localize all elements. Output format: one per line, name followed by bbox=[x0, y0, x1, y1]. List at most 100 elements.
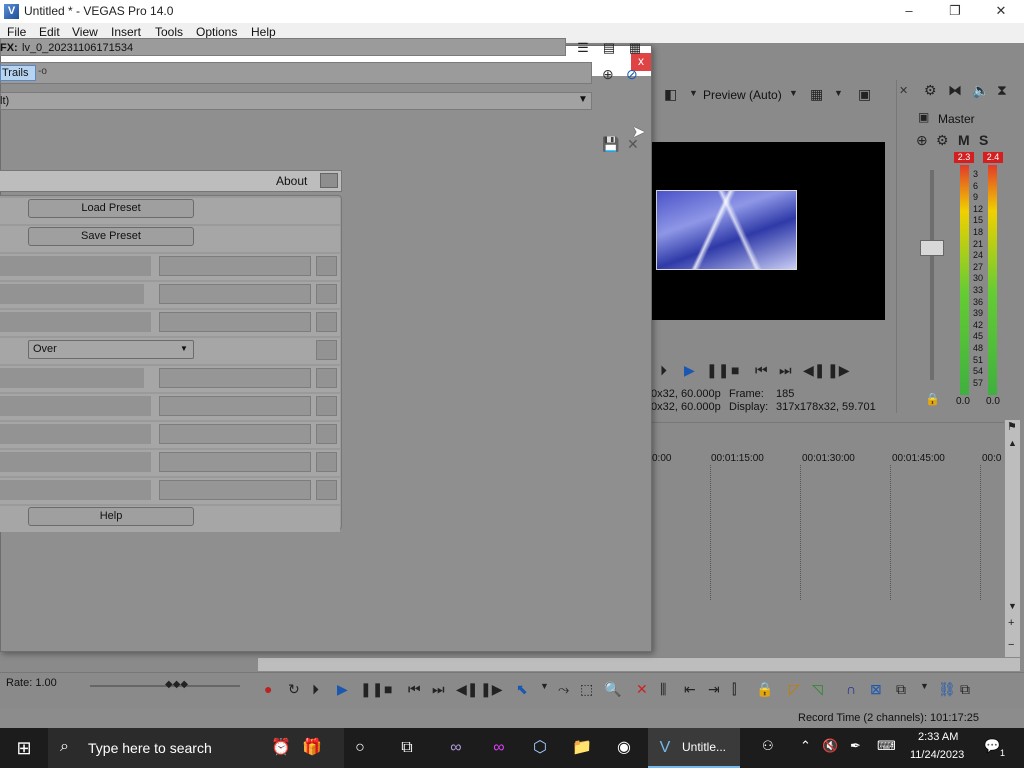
parameter-value[interactable] bbox=[159, 368, 311, 388]
volume-muted-icon[interactable]: 🔇 bbox=[822, 738, 838, 754]
plugin-chip-trails[interactable]: Trails bbox=[0, 65, 36, 81]
solo-button[interactable]: S bbox=[979, 132, 988, 148]
mixer-icon[interactable]: ⧗ bbox=[997, 82, 1007, 99]
normal-edit-tool-icon[interactable]: ⬉ bbox=[516, 681, 528, 698]
parameter-toggle[interactable] bbox=[316, 480, 337, 500]
save-preset-icon[interactable]: 💾 bbox=[602, 136, 619, 153]
menu-tools[interactable]: Tools bbox=[155, 25, 183, 39]
trim-end-icon[interactable]: ⇥ bbox=[708, 681, 720, 698]
downmix-icon[interactable]: ⧓ bbox=[948, 82, 962, 99]
marker-icon[interactable]: ◸ bbox=[789, 681, 800, 698]
lock-icon[interactable]: 🔒 bbox=[925, 392, 940, 406]
3d-box-icon[interactable]: ⬡ bbox=[525, 733, 555, 763]
speaker-icon[interactable]: 🔈 bbox=[972, 82, 989, 99]
save-preset-button[interactable]: Save Preset bbox=[28, 227, 194, 246]
gift-icon[interactable]: 🎁 bbox=[297, 733, 327, 763]
preset-dropdown[interactable] bbox=[0, 92, 592, 110]
cortana-icon[interactable]: ○ bbox=[345, 733, 375, 763]
gear-icon[interactable]: ⚙ bbox=[924, 82, 937, 99]
load-preset-button[interactable]: Load Preset bbox=[28, 199, 194, 218]
about-button[interactable]: About bbox=[276, 174, 307, 188]
envelope-tool-icon[interactable]: ⤳ bbox=[558, 681, 569, 698]
next-frame-icon[interactable]: ❚▶ bbox=[827, 362, 850, 379]
marker-flag-icon[interactable]: ⚑ bbox=[1007, 420, 1017, 433]
region-icon[interactable]: ◹ bbox=[812, 681, 823, 698]
play-from-start-icon[interactable]: ⏵ bbox=[312, 681, 319, 698]
parameter-toggle[interactable] bbox=[316, 424, 337, 444]
zoom-in-icon[interactable]: + bbox=[1008, 617, 1014, 629]
zoom-tool-icon[interactable]: 🔍 bbox=[604, 681, 621, 698]
parameter-toggle[interactable] bbox=[316, 452, 337, 472]
menu-options[interactable]: Options bbox=[196, 25, 237, 39]
snapping-icon[interactable]: ∩ bbox=[846, 681, 856, 697]
plugin-chain-icon[interactable]: ⊕ bbox=[602, 66, 614, 83]
scroll-down-icon[interactable]: ▼ bbox=[1008, 601, 1017, 611]
maximize-button[interactable]: ❐ bbox=[932, 0, 978, 23]
preview-split-icon[interactable]: ◧ bbox=[664, 86, 677, 103]
go-to-end-icon[interactable]: ⏭ bbox=[779, 362, 792, 379]
about-box[interactable] bbox=[320, 173, 338, 188]
help-button[interactable]: Help bbox=[28, 507, 194, 526]
auto-crossfade-icon[interactable]: ⊠ bbox=[870, 681, 882, 698]
stop-icon[interactable]: ■ bbox=[731, 362, 739, 378]
menu-help[interactable]: Help bbox=[251, 25, 276, 39]
chrome-icon[interactable]: ◉ bbox=[609, 733, 639, 763]
parameter-value[interactable] bbox=[159, 396, 311, 416]
blend-mode-select[interactable]: Over bbox=[28, 340, 194, 359]
chevron-down-icon[interactable]: ▼ bbox=[689, 88, 698, 98]
scroll-up-icon[interactable]: ▲ bbox=[1008, 438, 1017, 448]
parameter-value[interactable] bbox=[159, 256, 311, 276]
close-button[interactable]: ✕ bbox=[978, 0, 1024, 23]
ignore-grouping-icon[interactable]: ⧉ bbox=[960, 681, 970, 698]
stop-icon[interactable]: ■ bbox=[384, 681, 392, 697]
close-icon[interactable]: ✕ bbox=[899, 84, 908, 97]
overlay-grid-icon[interactable]: ▦ bbox=[810, 86, 823, 103]
previous-frame-icon[interactable]: ◀❚ bbox=[456, 681, 479, 698]
timeline-area[interactable] bbox=[652, 422, 1004, 600]
zoom-out-icon[interactable]: − bbox=[1008, 639, 1014, 651]
trim-start-icon[interactable]: ⇤ bbox=[684, 681, 696, 698]
play-from-start-icon[interactable]: ⏵ bbox=[660, 362, 667, 379]
parameter-toggle[interactable] bbox=[316, 284, 337, 304]
windows-start-icon[interactable]: ⊞ bbox=[0, 728, 48, 768]
parameter-toggle[interactable] bbox=[316, 396, 337, 416]
app-icon-magenta[interactable]: ∞ bbox=[484, 733, 514, 763]
clock-time[interactable]: 2:33 AM bbox=[918, 731, 958, 743]
menu-edit[interactable]: Edit bbox=[39, 25, 60, 39]
chevron-down-icon[interactable]: ▼ bbox=[180, 344, 188, 353]
next-frame-icon[interactable]: ❚▶ bbox=[480, 681, 503, 698]
timeline-horizontal-scrollbar[interactable] bbox=[258, 657, 1020, 671]
play-icon[interactable]: ▶ bbox=[337, 681, 348, 698]
menu-view[interactable]: View bbox=[72, 25, 98, 39]
single-view-icon[interactable]: ☰ bbox=[572, 38, 594, 58]
task-view-icon[interactable]: ⧉ bbox=[392, 733, 422, 763]
chevron-down-icon[interactable]: ▼ bbox=[834, 88, 843, 98]
chevron-down-icon[interactable]: ▼ bbox=[540, 681, 549, 691]
parameter-value[interactable] bbox=[159, 424, 311, 444]
go-to-start-icon[interactable]: ⏮ bbox=[755, 362, 768, 379]
parameter-toggle[interactable] bbox=[316, 312, 337, 332]
master-fader[interactable] bbox=[920, 240, 944, 256]
pause-icon[interactable]: ❚❚ bbox=[706, 362, 729, 379]
rate-slider-thumb[interactable]: ◆◆◆ bbox=[165, 679, 188, 691]
split-icon[interactable]: ⫿ bbox=[732, 681, 736, 698]
minimize-button[interactable]: – bbox=[886, 0, 932, 23]
chevron-down-icon[interactable]: ▼ bbox=[920, 681, 929, 691]
keyboard-icon[interactable]: ⌨ bbox=[877, 738, 896, 754]
notification-icon[interactable]: 💬 bbox=[984, 738, 1000, 754]
trim-icon[interactable]: ⫼ bbox=[660, 681, 666, 698]
pen-icon[interactable]: ✒ bbox=[850, 738, 861, 754]
record-icon[interactable]: ● bbox=[264, 681, 272, 697]
menu-file[interactable]: File bbox=[7, 25, 26, 39]
previous-frame-icon[interactable]: ◀❚ bbox=[803, 362, 826, 379]
app-icon-purple[interactable]: ∞ bbox=[441, 733, 471, 763]
alarm-clock-icon[interactable]: ⏰ bbox=[266, 733, 296, 763]
parameter-toggle[interactable] bbox=[316, 368, 337, 388]
parameter-value[interactable] bbox=[159, 452, 311, 472]
chevron-down-icon[interactable]: ▼ bbox=[578, 94, 588, 105]
list-view-icon[interactable]: ▤ bbox=[598, 38, 620, 58]
mute-button[interactable]: M bbox=[958, 132, 970, 148]
parameter-value[interactable] bbox=[159, 312, 311, 332]
selection-tool-icon[interactable]: ⬚ bbox=[580, 681, 593, 698]
remove-plugin-icon[interactable]: ⊘ bbox=[626, 66, 638, 83]
